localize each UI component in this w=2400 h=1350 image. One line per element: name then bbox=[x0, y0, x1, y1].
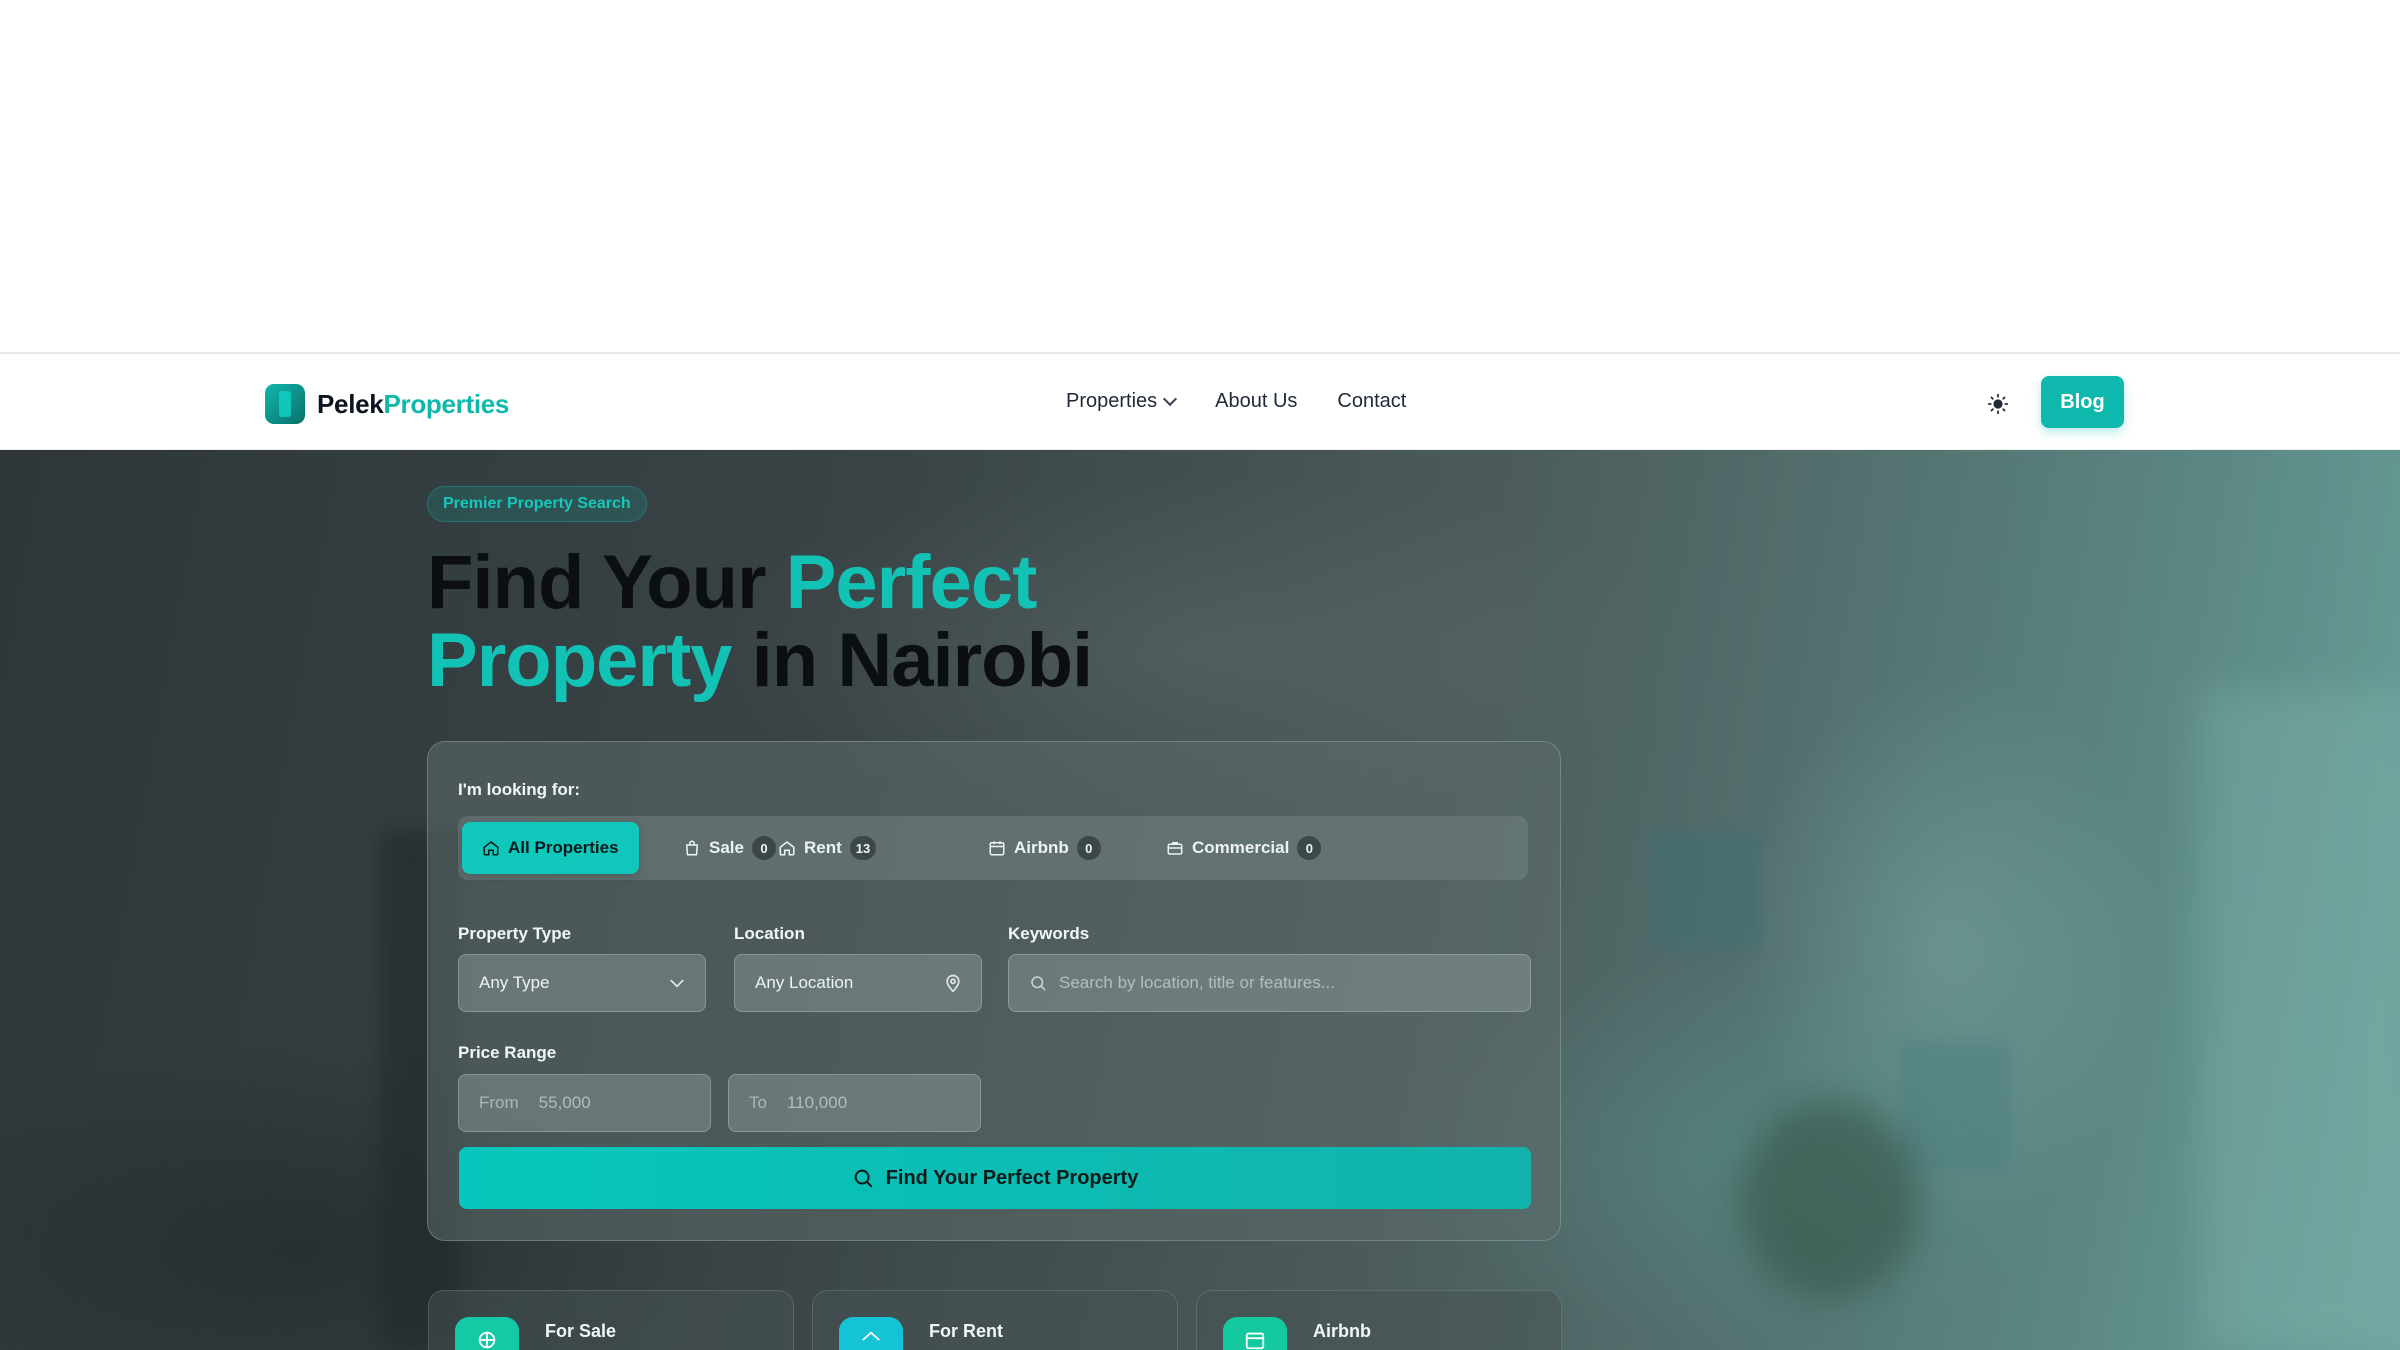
keywords-search-input[interactable]: Search by location, title or features... bbox=[1008, 954, 1531, 1012]
property-type-select[interactable]: Any Type bbox=[458, 954, 706, 1012]
navbar: PelekProperties Properties About Us Cont… bbox=[0, 356, 2400, 450]
nav-about-us[interactable]: About Us bbox=[1215, 390, 1297, 413]
logo-icon bbox=[265, 384, 305, 424]
property-type-label: Property Type bbox=[458, 924, 572, 943]
category-card-airbnb[interactable]: Airbnb bbox=[1196, 1290, 1562, 1350]
nav-contact[interactable]: Contact bbox=[1337, 390, 1406, 413]
find-property-button[interactable]: Find Your Perfect Property bbox=[459, 1147, 1531, 1209]
bag-icon bbox=[686, 840, 698, 856]
listing-type-tabs: All Properties Sale 0 Rent 13 Airbnb 0 C… bbox=[458, 816, 1528, 880]
sun-icon bbox=[1987, 393, 2009, 415]
commercial-count-badge: 0 bbox=[1297, 836, 1322, 860]
hero-background-decor bbox=[1650, 830, 1760, 950]
nav-properties-dropdown[interactable]: Properties bbox=[1066, 390, 1178, 413]
brand-logo[interactable]: PelekProperties bbox=[265, 384, 509, 424]
briefcase-icon bbox=[1167, 842, 1183, 855]
tab-rent[interactable]: Rent 13 bbox=[758, 822, 896, 874]
price-from-input[interactable]: From 55,000 bbox=[458, 1074, 711, 1132]
hero-headline: Find Your Perfect Property in Nairobi bbox=[427, 540, 1093, 703]
hero-background-decor bbox=[1900, 1040, 2010, 1170]
brand-name: PelekProperties bbox=[317, 388, 510, 419]
map-pin-icon bbox=[946, 974, 960, 993]
looking-for-label: I'm looking for: bbox=[458, 780, 581, 799]
chevron-down-icon bbox=[1163, 391, 1178, 407]
blog-button[interactable]: Blog bbox=[2041, 376, 2124, 428]
blank-top-area bbox=[0, 0, 2400, 354]
category-card-for-rent[interactable]: For Rent bbox=[812, 1290, 1178, 1350]
home-icon bbox=[779, 841, 795, 856]
property-search-card: I'm looking for: All Properties Sale 0 R… bbox=[427, 741, 1561, 1241]
category-title: For Rent bbox=[929, 1321, 1003, 1341]
home-icon bbox=[839, 1317, 903, 1350]
search-icon bbox=[854, 1169, 872, 1188]
chevron-down-icon bbox=[670, 979, 684, 988]
tab-commercial[interactable]: Commercial 0 bbox=[1146, 822, 1341, 874]
tab-airbnb[interactable]: Airbnb 0 bbox=[968, 822, 1121, 874]
category-card-for-sale[interactable]: For Sale bbox=[428, 1290, 794, 1350]
location-select[interactable]: Any Location bbox=[734, 954, 982, 1012]
price-to-input[interactable]: To 110,000 bbox=[728, 1074, 981, 1132]
calendar-icon bbox=[1223, 1317, 1287, 1350]
rent-count-badge: 13 bbox=[849, 836, 877, 860]
main-nav: Properties About Us Contact bbox=[1066, 390, 1406, 413]
search-icon bbox=[1031, 976, 1046, 991]
location-label: Location bbox=[734, 924, 805, 943]
hero-background-decor bbox=[2200, 690, 2400, 1350]
hero-section: Premier Property Search Find Your Perfec… bbox=[0, 450, 2400, 1350]
keywords-label: Keywords bbox=[1008, 924, 1090, 943]
calendar-icon bbox=[989, 841, 1005, 856]
hero-background-decor bbox=[1740, 1100, 1920, 1300]
hero-badge: Premier Property Search bbox=[427, 486, 647, 522]
price-range-label: Price Range bbox=[458, 1043, 557, 1062]
theme-toggle-button[interactable] bbox=[1984, 390, 2012, 418]
airbnb-count-badge: 0 bbox=[1076, 836, 1101, 860]
tag-icon bbox=[455, 1317, 519, 1350]
tab-all-properties[interactable]: All Properties bbox=[462, 822, 639, 874]
category-title: Airbnb bbox=[1313, 1321, 1371, 1341]
home-icon bbox=[483, 841, 499, 856]
category-title: For Sale bbox=[545, 1321, 617, 1341]
